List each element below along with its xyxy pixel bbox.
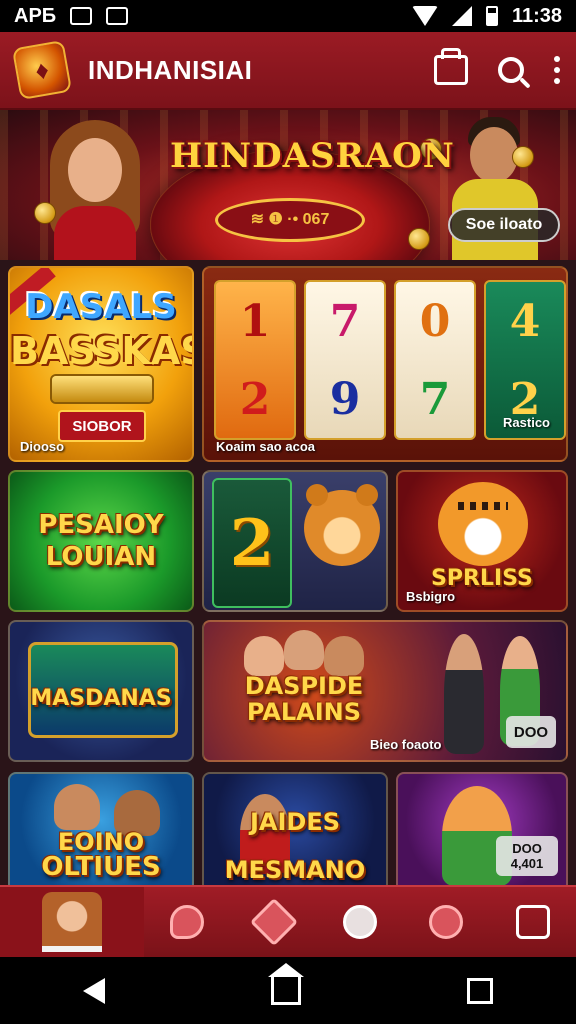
bottom-navigation bbox=[0, 885, 576, 957]
slot-machine-tile[interactable]: 12 79 07 42 Koaim sao acoa Rastico bbox=[202, 266, 568, 462]
game-tile[interactable]: DOO 4,401 bbox=[396, 772, 568, 885]
search-icon[interactable] bbox=[498, 57, 524, 83]
coin-icon bbox=[512, 146, 534, 168]
character-image bbox=[284, 630, 324, 670]
game-tile[interactable]: DASALS BASSKAS SIOBOR Diooso bbox=[8, 266, 194, 462]
game-tile[interactable]: SPRLISS Bsbigro bbox=[396, 470, 568, 612]
home-icon[interactable] bbox=[268, 962, 304, 1005]
game-title: EOINO bbox=[57, 828, 145, 856]
slot-reel: 07 bbox=[394, 280, 476, 440]
bag-icon bbox=[515, 905, 550, 939]
carrier-label: АРБ bbox=[14, 4, 57, 27]
character-image bbox=[444, 634, 484, 754]
promo-banner[interactable]: ≋ ❶ ·• 067 HINDASRAON Soe iloato bbox=[0, 110, 576, 260]
back-icon[interactable] bbox=[83, 977, 105, 1004]
game-tile[interactable]: JAIDES MESMANO bbox=[202, 772, 388, 885]
wheel-label: ≋ ❶ ·• 067 bbox=[215, 198, 365, 242]
character-image bbox=[324, 636, 364, 676]
game-caption: Rastico bbox=[503, 415, 550, 430]
character-image bbox=[244, 636, 284, 676]
system-navigation-bar bbox=[0, 957, 576, 1024]
game-title: JAIDES bbox=[249, 808, 341, 836]
app-bar: ♦ INDHANISIAI bbox=[0, 32, 576, 110]
play-button[interactable]: SIOBOR bbox=[58, 410, 146, 442]
tiger-mascot-image bbox=[438, 482, 528, 566]
game-title: OLTIUES bbox=[41, 852, 161, 882]
game-tile[interactable]: DASPIDE PALAINS Bieo foaoto DOO bbox=[202, 620, 568, 762]
nav-chat[interactable] bbox=[403, 887, 489, 957]
nav-profile[interactable] bbox=[0, 887, 144, 957]
game-title: MASDANAS bbox=[30, 686, 172, 711]
battery-icon bbox=[485, 6, 498, 26]
heart-icon bbox=[429, 905, 464, 939]
jackpot-badge: DOO 4,401 bbox=[496, 836, 558, 876]
coin-icon bbox=[34, 202, 56, 224]
avatar bbox=[42, 892, 102, 952]
wifi-icon bbox=[411, 6, 438, 26]
nav-bag[interactable] bbox=[490, 887, 576, 957]
coin-icon bbox=[408, 228, 430, 250]
game-tile[interactable]: EOINO OLTIUES bbox=[8, 772, 194, 885]
star-icon bbox=[249, 897, 298, 947]
number-card: 2 bbox=[212, 478, 292, 608]
slot-reel: 79 bbox=[304, 280, 386, 440]
bear-icon bbox=[343, 905, 378, 939]
app-logo[interactable]: ♦ bbox=[11, 39, 73, 101]
banner-title: HINDASRAON bbox=[170, 136, 455, 176]
clock: 11:38 bbox=[511, 4, 562, 27]
game-caption: Bieo foaoto bbox=[370, 737, 442, 752]
nav-rewards[interactable] bbox=[317, 887, 403, 957]
game-tile[interactable]: PESAIOY LOUIAN bbox=[8, 470, 194, 612]
game-title: BASSKAS bbox=[10, 329, 194, 373]
banner-button[interactable]: Soe iloato bbox=[448, 208, 560, 242]
hostess-image bbox=[40, 120, 150, 260]
game-tile[interactable]: MASDANAS bbox=[8, 620, 194, 762]
nav-promotions[interactable] bbox=[230, 887, 316, 957]
nav-games[interactable] bbox=[144, 887, 230, 957]
gold-bars-image bbox=[52, 376, 152, 402]
character-image bbox=[54, 784, 100, 830]
game-title: LOUIAN bbox=[45, 542, 157, 572]
jackpot-badge: DOO bbox=[506, 716, 556, 748]
game-title: DASPIDE bbox=[244, 672, 364, 700]
recent-apps-icon[interactable] bbox=[467, 977, 493, 1004]
bear-mascot-image bbox=[304, 484, 380, 566]
game-tile[interactable]: 2 bbox=[202, 470, 388, 612]
store-icon[interactable] bbox=[434, 48, 468, 85]
status-bar: АРБ 11:38 bbox=[0, 0, 576, 32]
gallery-icon bbox=[106, 7, 129, 25]
game-caption: Diooso bbox=[20, 439, 65, 454]
game-title: DASALS bbox=[25, 287, 177, 327]
game-caption: Bsbigro bbox=[406, 589, 456, 604]
signal-icon bbox=[451, 6, 472, 26]
game-title: PALAINS bbox=[246, 698, 362, 726]
game-title: MESMANO bbox=[224, 856, 366, 884]
slot-reel: 12 bbox=[214, 280, 296, 440]
notification-icon bbox=[70, 7, 93, 25]
game-title: PESAIOY bbox=[38, 510, 164, 540]
game-title: SPRLISS bbox=[431, 566, 533, 591]
game-caption: Koaim sao acoa bbox=[216, 439, 315, 454]
ghost-icon bbox=[170, 905, 205, 939]
app-title: INDHANISIAI bbox=[88, 54, 253, 85]
more-options-icon[interactable] bbox=[554, 56, 560, 84]
game-lobby: ≋ ❶ ·• 067 HINDASRAON Soe iloato DASALS … bbox=[0, 110, 576, 885]
